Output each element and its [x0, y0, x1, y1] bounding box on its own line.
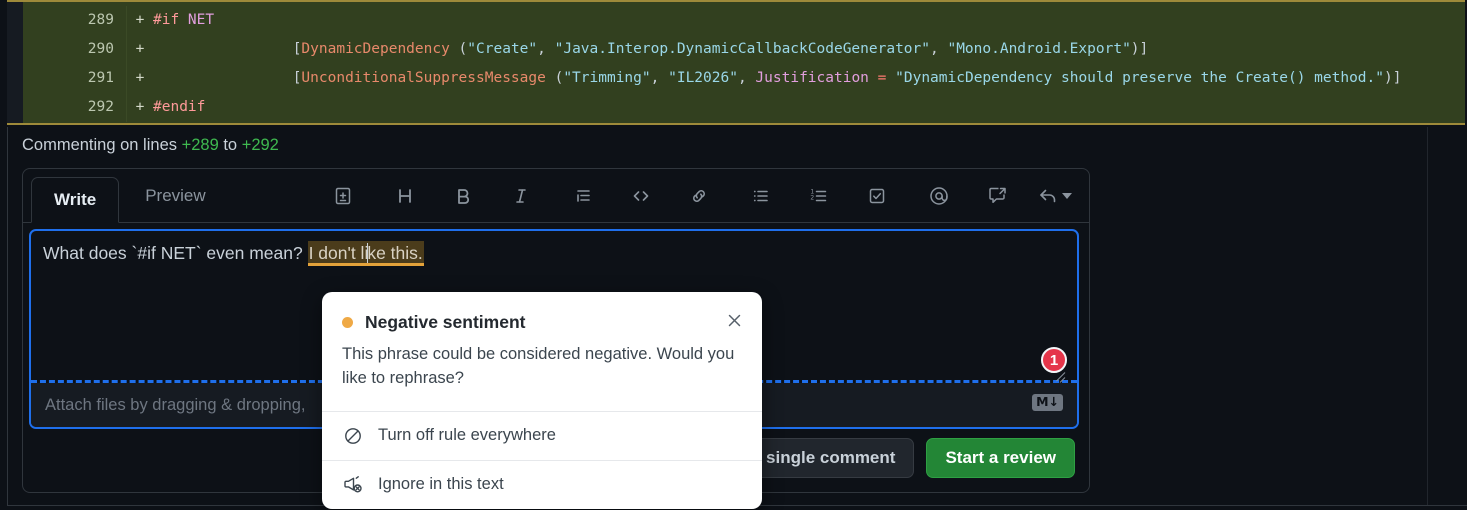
- code-token: ,: [737, 70, 756, 86]
- svg-text:2: 2: [810, 194, 814, 201]
- quote-icon[interactable]: [565, 178, 601, 214]
- diff-line: 291 + [UnconditionalSuppressMessage ("Tri…: [7, 64, 1465, 93]
- turn-off-rule-everywhere-label: Turn off rule everywhere: [378, 426, 556, 445]
- diff-code: #endif: [153, 99, 205, 115]
- code-icon[interactable]: [623, 178, 659, 214]
- commenting-middle: to: [218, 136, 242, 154]
- flagged-phrase-part-2: ke this.: [367, 243, 423, 263]
- tab-write-label: Write: [54, 190, 97, 209]
- diff-line-number: 290: [7, 35, 127, 64]
- diff-line: 290 + [DynamicDependency ("Create", "Java…: [7, 35, 1465, 64]
- code-token: ,: [537, 41, 555, 57]
- code-token: UnconditionalSuppressMessage: [301, 70, 546, 86]
- code-token: (: [545, 70, 564, 86]
- saved-reply-icon[interactable]: [979, 178, 1015, 214]
- attach-files-hint: Attach files by dragging & dropping,: [45, 395, 306, 414]
- code-token: #if: [153, 12, 188, 28]
- diff-marker: +: [135, 41, 145, 57]
- diff-line-number: 289: [7, 6, 127, 35]
- tab-preview-label: Preview: [145, 185, 206, 205]
- ignore-in-this-text-item[interactable]: Ignore in this text: [322, 459, 762, 509]
- diff-line-number: 292: [7, 93, 127, 122]
- code-token: #endif: [153, 99, 206, 115]
- right-rail: [1427, 127, 1428, 505]
- code-token: NET: [187, 12, 215, 28]
- block-icon: [342, 425, 364, 447]
- code-token: "Java.Interop.DynamicCallbackCodeGenerat…: [554, 41, 930, 57]
- code-token: )]: [1384, 70, 1402, 86]
- diff-code: #if NET: [153, 12, 214, 28]
- task-list-icon[interactable]: [859, 178, 895, 214]
- markdown-icon[interactable]: M↓: [1032, 394, 1063, 411]
- diff-line: 292 + #endif: [7, 93, 1465, 122]
- ignore-in-this-text-label: Ignore in this text: [378, 475, 504, 494]
- add-suggestion-icon[interactable]: [325, 178, 361, 214]
- commenting-on-lines: Commenting on lines +289 to +292: [22, 136, 279, 155]
- sentiment-popup-title: Negative sentiment: [365, 312, 526, 332]
- code-token: "DynamicDependency should preserve the C…: [895, 70, 1384, 86]
- reply-icon[interactable]: [1037, 178, 1073, 214]
- commenting-line-from: +289: [181, 136, 219, 154]
- code-token: ,: [930, 41, 948, 57]
- composer-tabs: Write Preview 1 2: [23, 169, 1089, 223]
- diff-hunk: 289 + #if NET 290 + [DynamicDependency ("Cre…: [7, 0, 1465, 125]
- markdown-toolbar: 1 2: [325, 169, 1089, 222]
- turn-off-rule-everywhere-item[interactable]: Turn off rule everywhere: [322, 410, 762, 460]
- code-token: "Create": [467, 41, 538, 57]
- flagged-phrase-part-1: I don't li: [308, 243, 369, 263]
- link-icon[interactable]: [681, 178, 717, 214]
- start-review-button[interactable]: Start a review: [926, 438, 1075, 478]
- flagged-phrase[interactable]: I don't like this.: [307, 241, 424, 266]
- error-count-badge[interactable]: 1: [1041, 347, 1067, 373]
- comment-text: What does `#if NET` even mean? I don't l…: [43, 241, 424, 266]
- code-token: DynamicDependency: [301, 41, 450, 57]
- diff-line-number: 291: [7, 64, 127, 93]
- diff-line: 289 + #if NET: [7, 6, 1465, 35]
- code-token: "IL2026": [668, 70, 738, 86]
- diff-code: [DynamicDependency ("Create", "Java.Inte…: [153, 41, 1149, 57]
- mention-icon[interactable]: [921, 178, 957, 214]
- close-icon[interactable]: [722, 308, 746, 332]
- diff-code: [UnconditionalSuppressMessage ("Trimming…: [153, 70, 1402, 86]
- diff-marker: +: [135, 70, 145, 86]
- severity-dot-icon: [342, 317, 353, 328]
- sentiment-popup-body: This phrase could be considered negative…: [342, 345, 735, 387]
- ordered-list-icon[interactable]: 1 2: [801, 178, 837, 214]
- italic-icon[interactable]: [503, 178, 539, 214]
- code-token: Justification: [755, 70, 869, 86]
- code-token: "Trimming": [563, 70, 651, 86]
- sentiment-popup: Negative sentiment This phrase could be …: [322, 292, 762, 509]
- chevron-down-icon: [1062, 192, 1072, 199]
- diff-marker: +: [135, 12, 145, 28]
- left-rail: [7, 127, 8, 505]
- diff-marker: +: [135, 99, 145, 115]
- comment-text-plain: What does `#if NET` even mean?: [43, 243, 308, 263]
- bold-icon[interactable]: [445, 178, 481, 214]
- sentiment-popup-title-row: Negative sentiment: [342, 312, 742, 333]
- composer-actions: Add single comment Start a review: [709, 438, 1075, 478]
- unordered-list-icon[interactable]: [743, 178, 779, 214]
- sentiment-popup-header: Negative sentiment: [322, 292, 762, 333]
- commenting-prefix: Commenting on lines: [22, 136, 182, 154]
- tab-write[interactable]: Write: [31, 177, 120, 223]
- commenting-line-to: +292: [241, 136, 279, 154]
- code-token: )]: [1130, 41, 1149, 57]
- megaphone-off-icon: [342, 474, 364, 496]
- code-token: ,: [650, 70, 669, 86]
- code-token: "Mono.Android.Export": [947, 41, 1131, 57]
- heading-icon[interactable]: [387, 178, 423, 214]
- code-token: (: [449, 41, 468, 57]
- tab-preview[interactable]: Preview: [123, 169, 227, 222]
